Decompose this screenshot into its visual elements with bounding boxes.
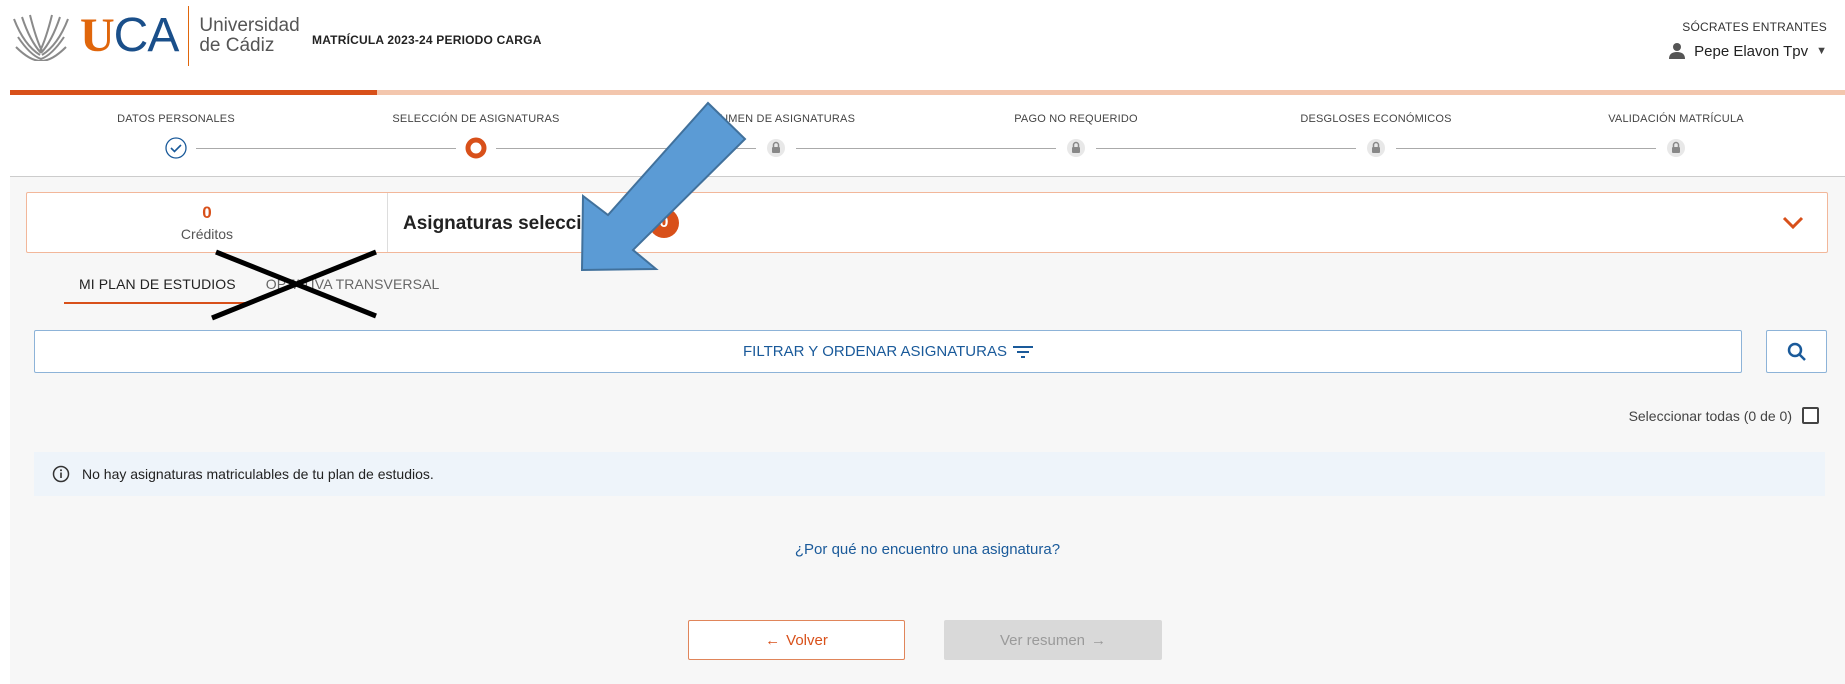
select-all-label: Seleccionar todas (0 de 0)	[1628, 407, 1792, 424]
selected-count-badge: 0	[649, 208, 679, 238]
search-button[interactable]	[1766, 330, 1827, 373]
filter-label: FILTRAR Y ORDENAR ASIGNATURAS	[743, 343, 1007, 360]
search-icon	[1787, 342, 1806, 361]
lock-icon	[1665, 137, 1687, 159]
step-label-2: SELECCIÓN DE ASIGNATURAS	[392, 113, 560, 125]
user-name-label: Pepe Elavon Tpv	[1694, 42, 1809, 60]
lock-icon	[1365, 137, 1387, 159]
step-connector	[1096, 148, 1356, 149]
logo-ca: CA	[113, 9, 180, 62]
logo-line-2: de Cádiz	[199, 35, 275, 56]
info-message: No hay asignaturas matriculables de tu p…	[82, 466, 434, 482]
step-label-6: VALIDACIÓN MATRÍCULA	[1608, 113, 1744, 125]
why-not-found-link: ¿Por qué no encuentro una asignatura?	[10, 541, 1845, 558]
step-connector	[1396, 148, 1656, 149]
view-summary-label: Ver resumen	[999, 631, 1086, 649]
main-content: 0 Créditos Asignaturas seleccionadas 0 M…	[10, 177, 1845, 684]
credits-summary-card[interactable]: 0 Créditos Asignaturas seleccionadas 0	[26, 192, 1828, 253]
select-all[interactable]: Seleccionar todas (0 de 0)	[1629, 407, 1819, 424]
back-button-label: Volver	[786, 631, 828, 649]
chevron-down-icon[interactable]	[1781, 211, 1805, 235]
step-label-3: RESUMEN DE ASIGNATURAS	[696, 113, 856, 125]
info-icon	[52, 465, 70, 483]
person-icon	[1669, 43, 1686, 59]
enrollment-stepper: DATOS PERSONALES SELECCIÓN DE ASIGNATURAS…	[10, 96, 1845, 177]
uca-wordmark: UCA	[80, 9, 180, 62]
select-all-checkbox[interactable]	[1802, 407, 1819, 424]
logo-divider	[188, 6, 190, 66]
check-circle-icon[interactable]	[165, 137, 187, 159]
filter-sort-button[interactable]: FILTRAR Y ORDENAR ASIGNATURAS	[34, 330, 1742, 373]
tab-optativa-transversal[interactable]: OPTATIVA TRANSVERSAL	[251, 272, 455, 302]
selected-subjects-title: Asignaturas seleccionadas	[403, 213, 648, 234]
progress-fill	[10, 90, 377, 95]
uca-logo[interactable]: UCA Universidad de Cádiz	[10, 6, 300, 66]
tab-mi-plan-de-estudios[interactable]: MI PLAN DE ESTUDIOS	[64, 272, 251, 304]
app-title: MATRÍCULA 2023-24 PERIODO CARGA	[312, 33, 542, 47]
user-menu[interactable]: SÓCRATES ENTRANTES Pepe Elavon Tpv ▼	[1668, 20, 1827, 60]
no-subjects-info: No hay asignaturas matriculables de tu p…	[34, 452, 1825, 496]
view-summary-button[interactable]: Ver resumen →	[944, 620, 1162, 660]
arrow-right-icon: →	[1091, 631, 1107, 649]
study-plan-tabs: MI PLAN DE ESTUDIOS OPTATIVA TRANSVERSAL	[64, 272, 454, 304]
logo-u: U	[80, 9, 115, 62]
why-not-found-link-text[interactable]: ¿Por qué no encuentro una asignatura?	[795, 541, 1060, 558]
header: UCA Universidad de Cádiz MATRÍCULA 2023-…	[0, 0, 1845, 92]
user-name-dropdown[interactable]: Pepe Elavon Tpv ▼	[1668, 42, 1827, 60]
lock-icon	[1065, 137, 1087, 159]
step-connector	[796, 148, 1056, 149]
logo-line-1: Universidad	[199, 15, 300, 36]
step-label-4: PAGO NO REQUERIDO	[1014, 113, 1138, 125]
step-label-1: DATOS PERSONALES	[117, 113, 235, 125]
credits-value: 0	[202, 203, 212, 222]
step-label-5: DESGLOSES ECONÓMICOS	[1300, 113, 1452, 125]
back-button[interactable]: ← Volver	[688, 620, 905, 660]
credits-label: Créditos	[180, 226, 234, 242]
step-connector	[196, 148, 456, 149]
caret-down-icon: ▼	[1816, 45, 1827, 57]
uca-emblem-icon	[13, 14, 69, 61]
credits-box: 0 Créditos	[27, 193, 388, 252]
filter-icon	[1012, 345, 1033, 358]
arrow-left-icon: ←	[765, 631, 781, 649]
user-role: SÓCRATES ENTRANTES	[1682, 20, 1827, 34]
lock-icon	[765, 137, 787, 159]
current-step-icon[interactable]	[465, 137, 487, 159]
logo-university-name: Universidad de Cádiz	[199, 16, 299, 56]
step-connector	[496, 148, 756, 149]
